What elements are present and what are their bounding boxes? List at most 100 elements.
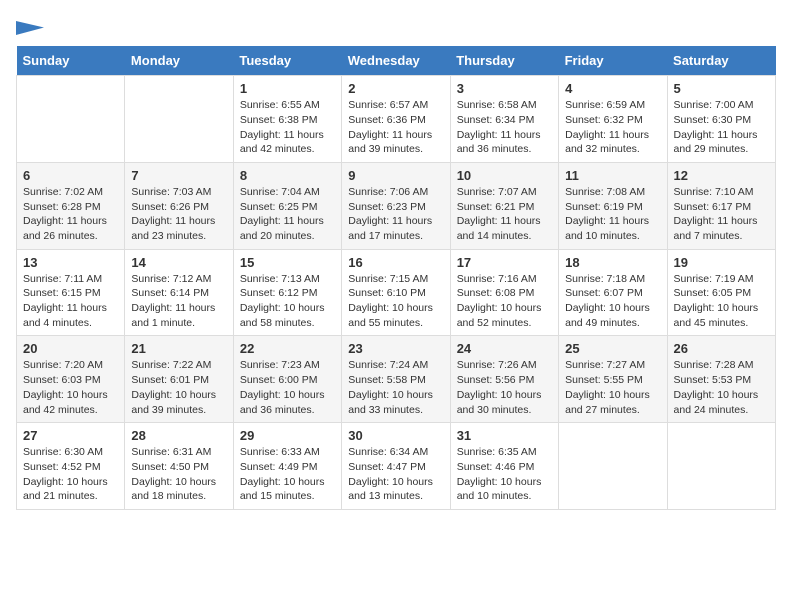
calendar-cell: 11 Sunrise: 7:08 AMSunset: 6:19 PMDayligh… <box>559 162 667 249</box>
day-info: Sunrise: 6:55 AMSunset: 6:38 PMDaylight:… <box>240 98 335 157</box>
calendar-cell: 29Sunrise: 6:33 AMSunset: 4:49 PMDayligh… <box>233 423 341 510</box>
calendar-cell: 28 Sunrise: 6:31 AMSunset: 4:50 PMDayligh… <box>125 423 233 510</box>
day-info: Sunrise: 7:13 AMSunset: 6:12 PMDaylight:… <box>240 272 335 331</box>
day-number: 9 <box>348 168 443 183</box>
day-info: Sunrise: 7:03 AMSunset: 6:26 PMDaylight:… <box>131 185 226 244</box>
day-info: Sunrise: 7:15 AMSunset: 6:10 PMDaylight:… <box>348 272 443 331</box>
header-sunday: Sunday <box>17 46 125 76</box>
calendar-week-4: 20 Sunrise: 7:20 AMSunset: 6:03 PMDayligh… <box>17 336 776 423</box>
day-number: 1 <box>240 81 335 96</box>
calendar-cell: 2 Sunrise: 6:57 AMSunset: 6:36 PMDaylight… <box>342 76 450 163</box>
day-number: 16 <box>348 255 443 270</box>
day-number: 4 <box>565 81 660 96</box>
day-number: 12 <box>674 168 769 183</box>
calendar-cell: 26 Sunrise: 7:28 AMSunset: 5:53 PMDayligh… <box>667 336 775 423</box>
day-number: 7 <box>131 168 226 183</box>
day-info: Sunrise: 6:34 AMSunset: 4:47 PMDaylight:… <box>348 445 443 504</box>
logo-arrow-icon <box>16 21 44 35</box>
day-info: Sunrise: 6:31 AMSunset: 4:50 PMDaylight:… <box>131 445 226 504</box>
logo <box>16 16 44 34</box>
day-number: 2 <box>348 81 443 96</box>
calendar-cell: 19 Sunrise: 7:19 AMSunset: 6:05 PMDayligh… <box>667 249 775 336</box>
calendar-cell: 7 Sunrise: 7:03 AMSunset: 6:26 PMDaylight… <box>125 162 233 249</box>
day-number: 30 <box>348 428 443 443</box>
calendar-week-1: 1 Sunrise: 6:55 AMSunset: 6:38 PMDaylight… <box>17 76 776 163</box>
day-info: Sunrise: 7:22 AMSunset: 6:01 PMDaylight:… <box>131 358 226 417</box>
header-tuesday: Tuesday <box>233 46 341 76</box>
calendar-cell: 30 Sunrise: 6:34 AMSunset: 4:47 PMDayligh… <box>342 423 450 510</box>
day-number: 25 <box>565 341 660 356</box>
day-info: Sunrise: 7:28 AMSunset: 5:53 PMDaylight:… <box>674 358 769 417</box>
calendar-cell: 12 Sunrise: 7:10 AMSunset: 6:17 PMDayligh… <box>667 162 775 249</box>
calendar-cell: 17 Sunrise: 7:16 AMSunset: 6:08 PMDayligh… <box>450 249 558 336</box>
day-number: 19 <box>674 255 769 270</box>
calendar-cell: 20 Sunrise: 7:20 AMSunset: 6:03 PMDayligh… <box>17 336 125 423</box>
day-info: Sunrise: 7:27 AMSunset: 5:55 PMDaylight:… <box>565 358 660 417</box>
day-number: 21 <box>131 341 226 356</box>
calendar-cell: 9 Sunrise: 7:06 AMSunset: 6:23 PMDaylight… <box>342 162 450 249</box>
calendar-cell: 14 Sunrise: 7:12 AMSunset: 6:14 PMDayligh… <box>125 249 233 336</box>
day-info: Sunrise: 7:18 AMSunset: 6:07 PMDaylight:… <box>565 272 660 331</box>
day-number: 18 <box>565 255 660 270</box>
calendar-cell: 31 Sunrise: 6:35 AMSunset: 4:46 PMDayligh… <box>450 423 558 510</box>
day-info: Sunrise: 7:04 AMSunset: 6:25 PMDaylight:… <box>240 185 335 244</box>
calendar-cell <box>17 76 125 163</box>
day-info: Sunrise: 7:12 AMSunset: 6:14 PMDaylight:… <box>131 272 226 331</box>
day-info: Sunrise: 7:20 AMSunset: 6:03 PMDaylight:… <box>23 358 118 417</box>
calendar-cell: 16 Sunrise: 7:15 AMSunset: 6:10 PMDayligh… <box>342 249 450 336</box>
day-info: Sunrise: 7:23 AMSunset: 6:00 PMDaylight:… <box>240 358 335 417</box>
calendar-cell <box>559 423 667 510</box>
day-number: 31 <box>457 428 552 443</box>
day-info: Sunrise: 7:07 AMSunset: 6:21 PMDaylight:… <box>457 185 552 244</box>
day-number: 14 <box>131 255 226 270</box>
day-info: Sunrise: 6:33 AMSunset: 4:49 PMDaylight:… <box>240 445 335 504</box>
logo-text <box>16 16 44 40</box>
day-info: Sunrise: 7:08 AMSunset: 6:19 PMDaylight:… <box>565 185 660 244</box>
header-saturday: Saturday <box>667 46 775 76</box>
calendar-cell: 24 Sunrise: 7:26 AMSunset: 5:56 PMDayligh… <box>450 336 558 423</box>
calendar-cell: 13Sunrise: 7:11 AMSunset: 6:15 PMDayligh… <box>17 249 125 336</box>
day-info: Sunrise: 6:35 AMSunset: 4:46 PMDaylight:… <box>457 445 552 504</box>
header-friday: Friday <box>559 46 667 76</box>
calendar-header-row: SundayMondayTuesdayWednesdayThursdayFrid… <box>17 46 776 76</box>
day-number: 28 <box>131 428 226 443</box>
calendar-cell <box>125 76 233 163</box>
calendar-week-3: 13Sunrise: 7:11 AMSunset: 6:15 PMDayligh… <box>17 249 776 336</box>
day-number: 11 <box>565 168 660 183</box>
day-info: Sunrise: 7:26 AMSunset: 5:56 PMDaylight:… <box>457 358 552 417</box>
day-info: Sunrise: 7:10 AMSunset: 6:17 PMDaylight:… <box>674 185 769 244</box>
calendar-cell: 21 Sunrise: 7:22 AMSunset: 6:01 PMDayligh… <box>125 336 233 423</box>
calendar-cell: 10 Sunrise: 7:07 AMSunset: 6:21 PMDayligh… <box>450 162 558 249</box>
calendar-cell: 22 Sunrise: 7:23 AMSunset: 6:00 PMDayligh… <box>233 336 341 423</box>
calendar-cell: 8 Sunrise: 7:04 AMSunset: 6:25 PMDaylight… <box>233 162 341 249</box>
day-info: Sunrise: 7:24 AMSunset: 5:58 PMDaylight:… <box>348 358 443 417</box>
day-info: Sunrise: 7:16 AMSunset: 6:08 PMDaylight:… <box>457 272 552 331</box>
day-number: 5 <box>674 81 769 96</box>
day-number: 20 <box>23 341 118 356</box>
day-info: Sunrise: 6:58 AMSunset: 6:34 PMDaylight:… <box>457 98 552 157</box>
day-info: Sunrise: 7:06 AMSunset: 6:23 PMDaylight:… <box>348 185 443 244</box>
calendar-cell: 3Sunrise: 6:58 AMSunset: 6:34 PMDaylight… <box>450 76 558 163</box>
page-header <box>16 16 776 34</box>
calendar-cell: 18 Sunrise: 7:18 AMSunset: 6:07 PMDayligh… <box>559 249 667 336</box>
day-number: 24 <box>457 341 552 356</box>
day-number: 8 <box>240 168 335 183</box>
header-monday: Monday <box>125 46 233 76</box>
day-number: 15 <box>240 255 335 270</box>
calendar-cell: 15 Sunrise: 7:13 AMSunset: 6:12 PMDayligh… <box>233 249 341 336</box>
calendar-cell: 27Sunrise: 6:30 AMSunset: 4:52 PMDayligh… <box>17 423 125 510</box>
calendar-week-5: 27Sunrise: 6:30 AMSunset: 4:52 PMDayligh… <box>17 423 776 510</box>
header-wednesday: Wednesday <box>342 46 450 76</box>
day-info: Sunrise: 6:59 AMSunset: 6:32 PMDaylight:… <box>565 98 660 157</box>
day-number: 23 <box>348 341 443 356</box>
day-info: Sunrise: 7:19 AMSunset: 6:05 PMDaylight:… <box>674 272 769 331</box>
day-number: 26 <box>674 341 769 356</box>
day-number: 22 <box>240 341 335 356</box>
day-info: Sunrise: 6:57 AMSunset: 6:36 PMDaylight:… <box>348 98 443 157</box>
calendar-week-2: 6Sunrise: 7:02 AMSunset: 6:28 PMDaylight… <box>17 162 776 249</box>
calendar-cell: 23 Sunrise: 7:24 AMSunset: 5:58 PMDayligh… <box>342 336 450 423</box>
day-number: 17 <box>457 255 552 270</box>
day-number: 10 <box>457 168 552 183</box>
day-info: Sunrise: 6:30 AMSunset: 4:52 PMDaylight:… <box>23 445 118 504</box>
calendar-cell: 25 Sunrise: 7:27 AMSunset: 5:55 PMDayligh… <box>559 336 667 423</box>
